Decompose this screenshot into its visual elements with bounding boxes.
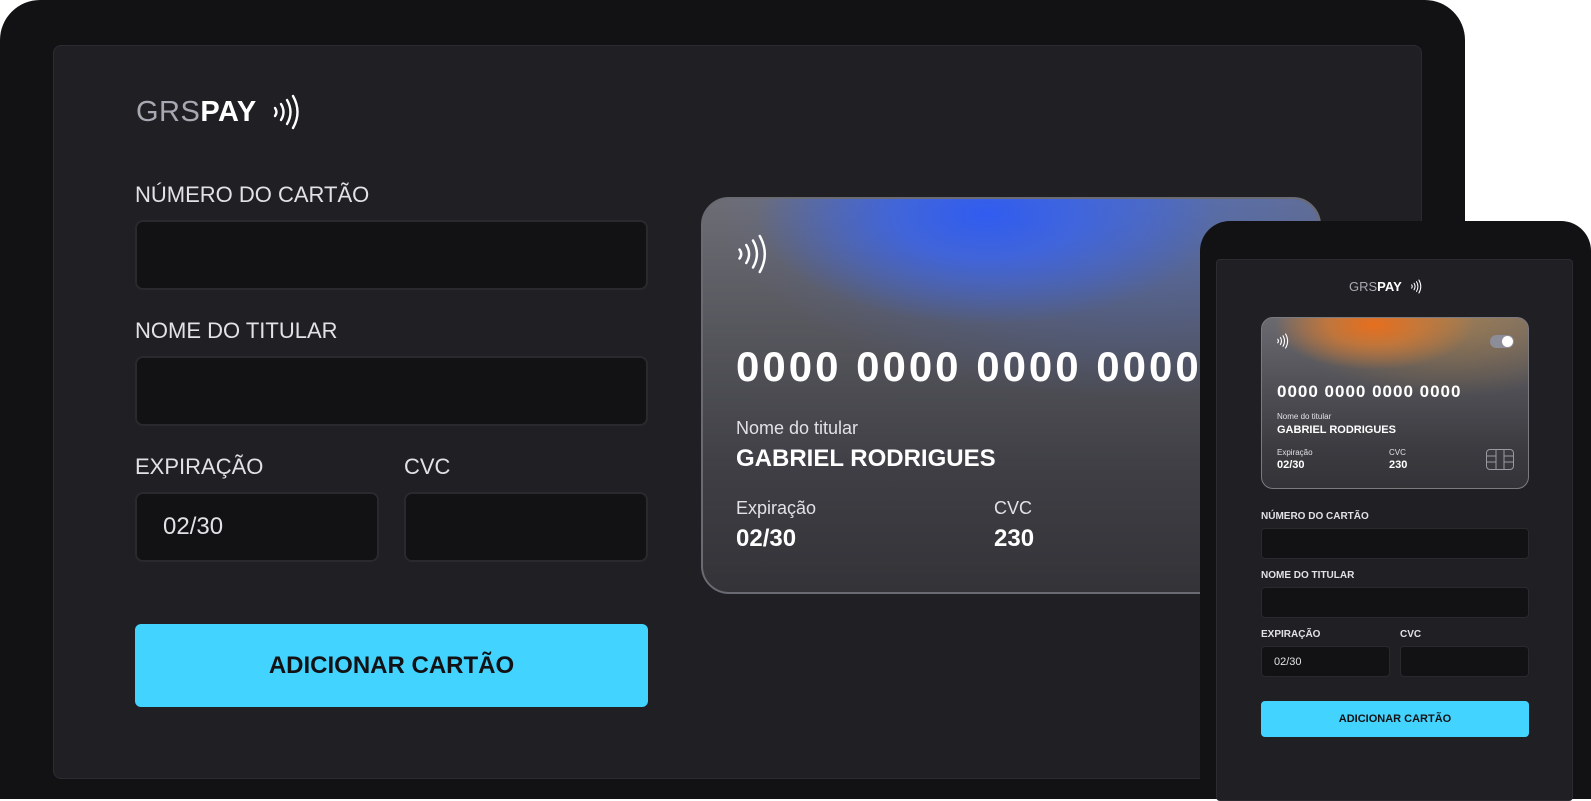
card-toggle[interactable] bbox=[1490, 335, 1514, 348]
holder-name-display: GABRIEL RODRIGUES bbox=[1277, 424, 1396, 436]
contactless-icon bbox=[273, 94, 299, 130]
add-card-button[interactable]: ADICIONAR CARTÃO bbox=[135, 624, 648, 707]
add-card-button[interactable]: ADICIONAR CARTÃO bbox=[1261, 701, 1529, 737]
card-number-display: 0000 0000 0000 0000 bbox=[736, 343, 1202, 390]
holder-name-input[interactable] bbox=[1261, 587, 1529, 618]
holder-caption: Nome do titular bbox=[1277, 412, 1332, 421]
cvc-caption: CVC bbox=[994, 498, 1033, 518]
cvc-label: CVC bbox=[1400, 629, 1422, 640]
holder-name-display: GABRIEL RODRIGUES bbox=[736, 445, 996, 472]
mobile-screen: GRS PAY 0000 0000 0000 0000 Nome do titul… bbox=[1216, 259, 1573, 801]
expiry-caption: Expiração bbox=[1277, 448, 1313, 457]
cvc-label: CVC bbox=[404, 454, 451, 479]
expiry-input[interactable]: 02/30 bbox=[135, 492, 379, 562]
cvc-caption: CVC bbox=[1389, 448, 1406, 457]
contactless-icon bbox=[738, 234, 767, 274]
brand-logo-pay: PAY bbox=[1377, 279, 1402, 294]
contactless-icon bbox=[1410, 279, 1422, 294]
card-number-input[interactable] bbox=[135, 220, 648, 290]
expiry-label: EXPIRAÇÃO bbox=[1261, 629, 1321, 640]
holder-name-label: NOME DO TITULAR bbox=[1261, 570, 1355, 581]
cvc-display: 230 bbox=[1389, 459, 1408, 471]
card-number-display: 0000 0000 0000 0000 bbox=[1277, 382, 1462, 401]
card-number-label: NÚMERO DO CARTÃO bbox=[135, 182, 370, 207]
contactless-icon bbox=[1277, 333, 1289, 349]
holder-name-label: NOME DO TITULAR bbox=[135, 318, 338, 343]
mobile-device-frame: GRS PAY 0000 0000 0000 0000 Nome do titul… bbox=[1200, 221, 1591, 801]
card-number-label: NÚMERO DO CARTÃO bbox=[1261, 511, 1369, 522]
brand-logo-pay: PAY bbox=[200, 95, 257, 128]
brand-logo-grs: GRS bbox=[136, 95, 201, 128]
brand-logo-grs: GRS bbox=[1349, 279, 1378, 294]
cvc-input[interactable] bbox=[404, 492, 648, 562]
brand-logo: GRS PAY bbox=[136, 94, 303, 130]
expiry-input[interactable]: 02/30 bbox=[1261, 646, 1390, 677]
card-preview: 0000 0000 0000 0000 Nome do titular GABR… bbox=[1261, 317, 1529, 489]
holder-name-input[interactable] bbox=[135, 356, 648, 426]
card-number-input[interactable] bbox=[1261, 528, 1529, 559]
cvc-input[interactable] bbox=[1400, 646, 1529, 677]
expiry-caption: Expiração bbox=[736, 498, 817, 518]
expiry-display: 02/30 bbox=[736, 525, 797, 552]
chip-icon bbox=[1486, 449, 1514, 470]
cvc-display: 230 bbox=[994, 525, 1035, 552]
expiry-display: 02/30 bbox=[1277, 459, 1305, 471]
holder-caption: Nome do titular bbox=[736, 418, 859, 438]
expiry-label: EXPIRAÇÃO bbox=[135, 454, 264, 479]
brand-logo: GRS PAY bbox=[1349, 279, 1423, 294]
